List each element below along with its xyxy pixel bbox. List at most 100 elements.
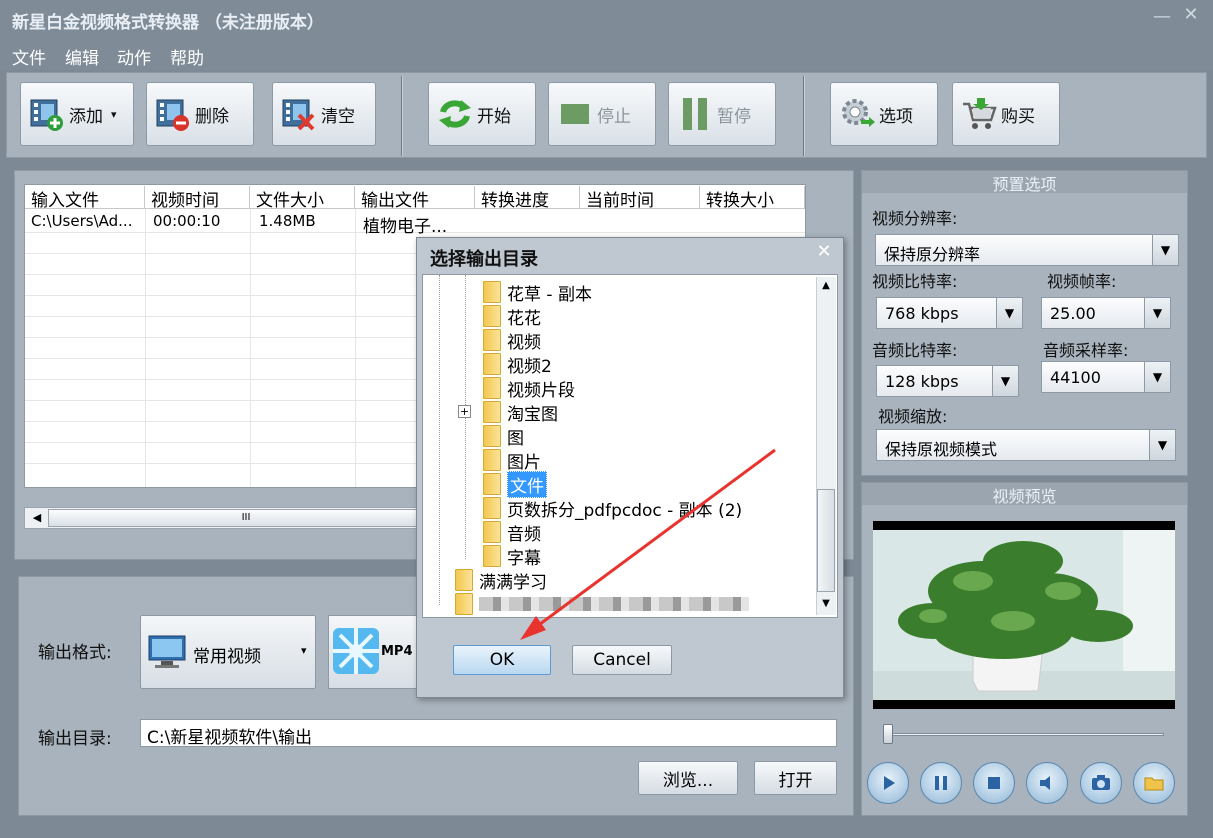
menu-action[interactable]: 动作 xyxy=(117,44,151,69)
buy-button[interactable]: 购买 xyxy=(952,82,1060,146)
folder-icon xyxy=(483,449,501,471)
options-button[interactable]: 选项 xyxy=(830,82,938,146)
scale-select[interactable]: 保持原视频模式 xyxy=(876,429,1176,461)
tree-item-blurred[interactable] xyxy=(455,592,749,616)
column-input-file[interactable]: 输入文件 xyxy=(25,186,145,208)
resolution-select[interactable]: 保持原分辨率 xyxy=(875,234,1179,266)
column-current-time[interactable]: 当前时间 xyxy=(580,186,700,208)
dialog-close-icon[interactable]: ✕ xyxy=(814,241,834,262)
column-divider xyxy=(250,209,251,487)
tree-item[interactable]: 视频2 xyxy=(483,352,552,377)
menu-edit[interactable]: 编辑 xyxy=(65,44,99,69)
column-converted-size[interactable]: 转换大小 xyxy=(700,186,805,208)
stop-button[interactable]: 停止 xyxy=(548,82,656,146)
tree-item[interactable]: 花花 xyxy=(483,304,541,329)
tree-item[interactable]: 视频片段 xyxy=(483,376,575,401)
stop-label: 停止 xyxy=(597,106,631,127)
scroll-up-icon[interactable]: ▲ xyxy=(817,280,835,296)
pause-playback-button[interactable] xyxy=(920,762,962,804)
output-format-select[interactable]: 常用视频 ▾ xyxy=(140,615,316,689)
column-duration[interactable]: 视频时间 xyxy=(145,186,250,208)
output-dir-field[interactable]: C:\新星视频软件\输出 xyxy=(140,719,837,748)
seek-slider-thumb[interactable] xyxy=(883,724,893,744)
tree-item-label: 字幕 xyxy=(507,548,541,569)
folder-icon xyxy=(483,425,501,447)
volume-button[interactable] xyxy=(1026,762,1068,804)
close-window-button[interactable]: ✕ xyxy=(1180,4,1202,26)
gear-icon xyxy=(839,96,875,132)
seek-slider-track[interactable] xyxy=(886,733,1164,736)
tree-item[interactable]: 视频 xyxy=(483,328,541,353)
folder-icon xyxy=(483,377,501,399)
menu-help[interactable]: 帮助 xyxy=(170,44,204,69)
row-input-file[interactable]: C:\Users\Ad... xyxy=(25,212,145,230)
tree-scroll-thumb[interactable] xyxy=(817,489,835,592)
dialog-title: 选择输出目录 xyxy=(430,249,538,270)
delete-button[interactable]: 删除 xyxy=(146,82,254,146)
tree-item-selected[interactable]: 文件 xyxy=(483,470,547,498)
pause-button[interactable]: 暂停 xyxy=(668,82,776,146)
tree-item[interactable]: 花草 - 副本 xyxy=(483,280,592,305)
chevron-down-icon[interactable]: ▼ xyxy=(1152,235,1178,265)
chevron-down-icon[interactable]: ▼ xyxy=(992,366,1018,396)
blurred-label xyxy=(479,597,749,611)
add-button[interactable]: 添加 ▾ xyxy=(20,82,134,146)
plant-thumbnail xyxy=(873,521,1175,709)
horizontal-scroll-thumb[interactable]: III xyxy=(48,509,444,527)
scroll-left-icon[interactable]: ◀ xyxy=(26,509,48,527)
chevron-down-icon[interactable]: ▼ xyxy=(996,298,1022,328)
chevron-down-icon[interactable]: ▼ xyxy=(1144,298,1170,328)
cancel-button[interactable]: Cancel xyxy=(572,645,672,675)
add-video-icon xyxy=(29,96,65,132)
menu-file[interactable]: 文件 xyxy=(12,44,46,69)
scroll-down-icon[interactable]: ▼ xyxy=(817,598,835,614)
tree-item[interactable]: 满满学习 xyxy=(455,568,547,593)
camera-icon xyxy=(1092,775,1110,790)
browse-button[interactable]: 浏览... xyxy=(638,761,738,795)
tree-item-label: 花草 - 副本 xyxy=(507,284,592,305)
resolution-label: 视频分辨率: xyxy=(872,209,958,228)
clear-label: 清空 xyxy=(321,106,355,127)
column-output-file[interactable]: 输出文件 xyxy=(355,186,475,208)
audio-bitrate-value: 128 kbps xyxy=(885,372,959,391)
play-button[interactable] xyxy=(867,762,909,804)
video-bitrate-value: 768 kbps xyxy=(885,304,959,323)
snapshot-button[interactable] xyxy=(1080,762,1122,804)
tree-guide xyxy=(439,275,440,605)
tree-item[interactable]: 图片 xyxy=(483,448,541,473)
tree-item[interactable]: 音频 xyxy=(483,520,541,545)
folder-icon xyxy=(483,329,501,351)
mp4-format-button[interactable]: MP4 xyxy=(328,615,418,689)
column-progress[interactable]: 转换进度 xyxy=(475,186,580,208)
start-button[interactable]: 开始 xyxy=(428,82,536,146)
chevron-down-icon[interactable]: ▼ xyxy=(1144,362,1170,392)
chevron-down-icon: ▾ xyxy=(301,644,307,657)
column-file-size[interactable]: 文件大小 xyxy=(250,186,355,208)
row-output-file[interactable]: 植物电子... xyxy=(357,212,447,237)
tree-item-label: 视频片段 xyxy=(507,380,575,401)
tree-item-label: 满满学习 xyxy=(479,572,547,593)
window-title: 新星白金视频格式转换器 （未注册版本） xyxy=(12,13,324,33)
tree-item-label: 文件 xyxy=(507,470,547,498)
clear-button[interactable]: 清空 xyxy=(272,82,376,146)
folder-tree[interactable]: 花草 - 副本 花花 视频 视频2 视频片段 + 淘宝图 图 图片 文件 页数拆… xyxy=(422,274,838,618)
open-button[interactable]: 打开 xyxy=(754,761,837,795)
folder-icon xyxy=(483,545,501,567)
tree-expander-icon[interactable]: + xyxy=(458,405,471,418)
row-file-size[interactable]: 1.48MB xyxy=(253,212,316,230)
open-folder-button[interactable] xyxy=(1133,762,1175,804)
tree-item[interactable]: 图 xyxy=(483,424,524,449)
minimize-button[interactable]: — xyxy=(1152,6,1172,27)
tree-item[interactable]: 字幕 xyxy=(483,544,541,569)
chevron-down-icon[interactable]: ▼ xyxy=(1149,430,1175,460)
tree-item[interactable]: 页数拆分_pdfpcdoc - 副本 (2) xyxy=(483,496,742,521)
ok-button[interactable]: OK xyxy=(453,645,551,675)
tree-item[interactable]: 淘宝图 xyxy=(483,400,558,425)
buy-label: 购买 xyxy=(1001,106,1035,127)
stop-icon xyxy=(988,777,1000,789)
folder-icon xyxy=(455,593,473,615)
toolbar-divider xyxy=(401,76,403,156)
stop-playback-button[interactable] xyxy=(973,762,1015,804)
row-duration[interactable]: 00:00:10 xyxy=(147,212,220,230)
output-format-value: 常用视频 xyxy=(193,647,261,667)
